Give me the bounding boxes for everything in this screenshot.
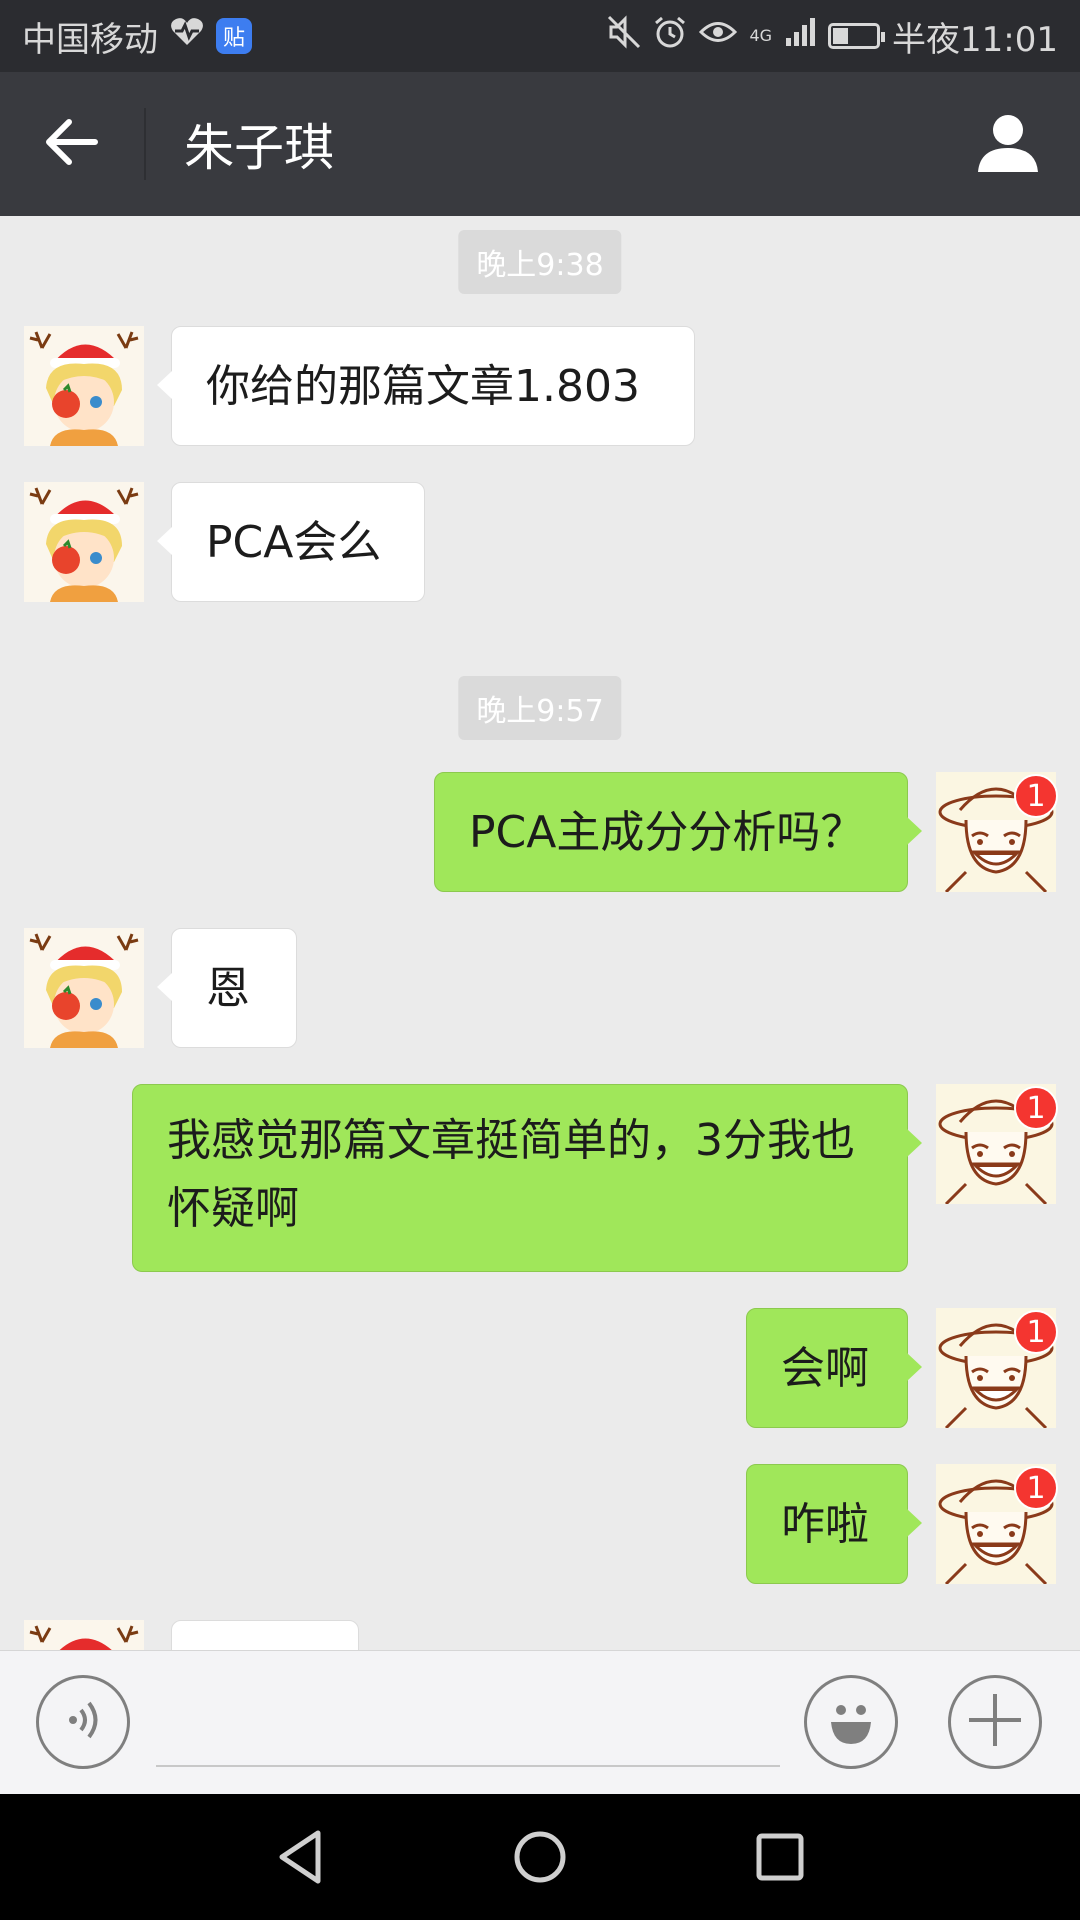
eye-icon — [699, 16, 738, 56]
battery-level — [833, 28, 848, 44]
emoji-icon — [823, 1692, 879, 1752]
contact-avatar[interactable] — [24, 928, 144, 1048]
status-right: 4G 半夜11:01 — [607, 12, 1058, 61]
title-divider — [144, 108, 146, 180]
message-input[interactable] — [156, 1675, 780, 1767]
signal-icon — [784, 16, 816, 57]
carrier-label: 中国移动 — [22, 19, 158, 60]
timestamp-divider: 晚上9:38 — [458, 230, 622, 294]
outgoing-message-bubble[interactable]: PCA主成分分析吗？ — [434, 772, 922, 892]
network-type: 4G — [749, 26, 773, 45]
outgoing-message-bubble[interactable]: 我感觉那篇文章挺简单的，3分我也怀疑啊 — [132, 1084, 922, 1272]
status-bar: 中国移动 贴 4G 半夜11:01 — [0, 0, 1080, 72]
system-nav-bar — [0, 1794, 1080, 1920]
status-left: 中国移动 贴 — [22, 12, 252, 61]
person-icon — [976, 110, 1040, 178]
outgoing-message-bubble[interactable]: 咋啦 — [746, 1464, 922, 1584]
voice-button[interactable] — [36, 1675, 130, 1769]
incoming-message-bubble[interactable]: 你给的那篇文章1.803 — [157, 326, 695, 446]
incoming-message-bubble[interactable]: PCA会么 — [157, 482, 425, 602]
incoming-message-bubble[interactable] — [171, 1620, 359, 1650]
chat-info-button[interactable] — [936, 72, 1080, 216]
back-button[interactable] — [0, 72, 144, 216]
plus-icon — [967, 1692, 1023, 1752]
more-button[interactable] — [948, 1675, 1042, 1769]
unread-badge: 1 — [1014, 1310, 1058, 1354]
battery-icon — [828, 23, 886, 49]
voice-icon — [61, 1698, 105, 1746]
timestamp-divider: 晚上9:57 — [458, 676, 622, 740]
back-arrow-icon — [45, 119, 99, 169]
status-time: 半夜11:01 — [892, 19, 1058, 60]
unread-badge: 1 — [1014, 774, 1058, 818]
title-bar: 朱子琪 — [0, 72, 1080, 216]
emoji-button[interactable] — [804, 1675, 898, 1769]
unread-badge: 1 — [1014, 1086, 1058, 1130]
nav-back-icon — [270, 1830, 330, 1891]
nav-home-icon — [510, 1831, 570, 1891]
tieba-app-icon: 贴 — [216, 18, 252, 54]
nav-recents-icon — [750, 1833, 810, 1891]
unread-badge: 1 — [1014, 1466, 1058, 1510]
heart-icon — [170, 16, 204, 56]
nav-home-button[interactable] — [510, 1827, 570, 1887]
contact-avatar[interactable] — [24, 1620, 144, 1650]
mute-icon — [607, 14, 641, 58]
input-bar — [0, 1650, 1080, 1794]
outgoing-message-bubble[interactable]: 会啊 — [746, 1308, 922, 1428]
contact-avatar[interactable] — [24, 326, 144, 446]
alarm-icon — [653, 15, 687, 58]
contact-avatar[interactable] — [24, 482, 144, 602]
message-list[interactable]: 晚上9:38 你给的那篇文章1.803 PCA会么 晚上9:57 PCA主成分分… — [0, 216, 1080, 1650]
nav-recents-button[interactable] — [750, 1827, 810, 1887]
chat-title: 朱子琪 — [184, 119, 334, 177]
nav-back-button[interactable] — [270, 1827, 330, 1887]
incoming-message-bubble[interactable]: 恩 — [157, 928, 297, 1048]
